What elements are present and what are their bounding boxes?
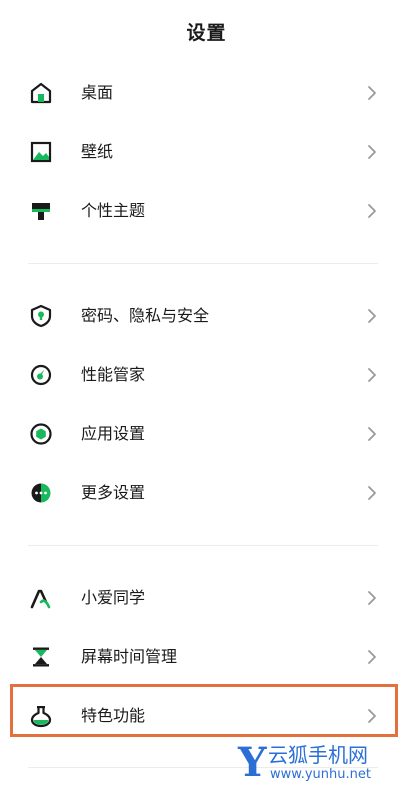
settings-item-label: 更多设置 xyxy=(81,483,146,502)
wallpaper-icon xyxy=(28,139,54,165)
watermark-url: www.yunhu.net xyxy=(270,767,371,782)
settings-item-special-features[interactable]: 特色功能 xyxy=(0,687,413,745)
settings-item-wallpaper[interactable]: 壁纸 xyxy=(0,123,413,181)
page-title: 设置 xyxy=(186,22,227,44)
flask-icon xyxy=(28,703,54,729)
performance-icon xyxy=(28,362,54,388)
settings-item-app-settings[interactable]: 应用设置 xyxy=(0,405,413,463)
settings-item-privacy-security[interactable]: 密码、隐私与安全 xyxy=(0,287,413,345)
more-icon xyxy=(28,480,54,506)
chevron-right-icon xyxy=(363,484,381,502)
watermark-name: 云狐手机网 xyxy=(268,743,368,767)
settings-item-xiaoai[interactable]: 小爱同学 xyxy=(0,569,413,627)
settings-item-label: 壁纸 xyxy=(81,142,114,161)
settings-item-performance[interactable]: 性能管家 xyxy=(0,346,413,404)
chevron-right-icon xyxy=(363,648,381,666)
settings-item-label: 屏幕时间管理 xyxy=(81,647,178,666)
settings-item-label: 小爱同学 xyxy=(81,588,146,607)
settings-item-theme[interactable]: 个性主题 xyxy=(0,182,413,240)
chevron-right-icon xyxy=(363,366,381,384)
settings-item-label: 特色功能 xyxy=(81,706,146,725)
theme-icon xyxy=(28,198,54,224)
app-settings-icon xyxy=(28,421,54,447)
group-divider xyxy=(28,545,378,546)
chevron-right-icon xyxy=(363,707,381,725)
settings-item-screen-time[interactable]: 屏幕时间管理 xyxy=(0,628,413,686)
settings-item-label: 应用设置 xyxy=(81,424,146,443)
shield-icon xyxy=(28,303,54,329)
chevron-right-icon xyxy=(363,425,381,443)
xiaoai-icon xyxy=(28,585,54,611)
group-divider xyxy=(28,263,378,264)
settings-item-label: 个性主题 xyxy=(81,201,146,220)
settings-item-label: 密码、隐私与安全 xyxy=(81,306,210,325)
hourglass-icon xyxy=(28,644,54,670)
header: 设置 xyxy=(0,0,413,62)
settings-item-label: 桌面 xyxy=(81,83,114,102)
settings-item-more-settings[interactable]: 更多设置 xyxy=(0,464,413,522)
home-icon xyxy=(28,80,54,106)
chevron-right-icon xyxy=(363,307,381,325)
settings-item-label: 性能管家 xyxy=(81,365,146,384)
chevron-right-icon xyxy=(363,202,381,220)
chevron-right-icon xyxy=(363,84,381,102)
watermark: Y 云狐手机网 www.yunhu.net xyxy=(238,741,398,787)
chevron-right-icon xyxy=(363,143,381,161)
watermark-logo: Y xyxy=(238,739,267,786)
chevron-right-icon xyxy=(363,589,381,607)
settings-item-desktop[interactable]: 桌面 xyxy=(0,64,413,122)
